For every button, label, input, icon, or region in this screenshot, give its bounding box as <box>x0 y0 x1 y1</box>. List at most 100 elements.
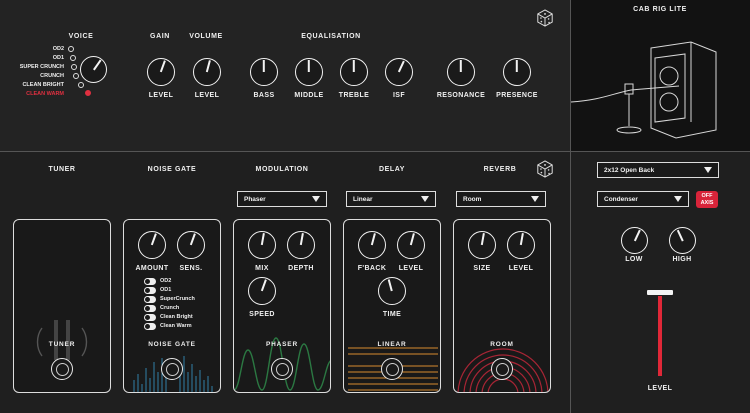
equalisation-title: EQUALISATION <box>301 33 361 40</box>
noise-gate-pedal: AMOUNT SENS. OD2 OD1 SuperCrunch Crunch … <box>123 219 221 393</box>
cabinet-dropdown[interactable]: 2x12 Open Back <box>597 162 719 178</box>
isf-knob-label: ISF <box>392 92 406 99</box>
cabinet-microphone-icon <box>571 41 717 139</box>
reverb-level-label: LEVEL <box>508 265 534 272</box>
noise-gate-toggle-crunch[interactable] <box>144 305 156 312</box>
modulation-speed-knob[interactable] <box>248 277 276 305</box>
voice-option-super-crunch[interactable]: SUPER CRUNCH <box>4 64 64 70</box>
modulation-footswitch[interactable] <box>271 358 293 380</box>
noise-gate-toggle-clean-bright[interactable] <box>144 314 156 321</box>
speed-label: SPEED <box>249 311 275 318</box>
delay-time-knob[interactable] <box>378 277 406 305</box>
cab-high-knob[interactable] <box>669 227 696 254</box>
voice-option-clean-bright[interactable]: CLEAN BRIGHT <box>4 82 64 88</box>
reverb-title: REVERB <box>483 166 517 173</box>
voice-radio-clean-warm[interactable] <box>85 90 91 96</box>
mix-label: MIX <box>255 265 269 272</box>
toggle-label-od2: OD2 <box>160 278 172 284</box>
tuner-footswitch[interactable] <box>51 358 73 380</box>
voice-option-od2[interactable]: OD2 <box>4 46 64 52</box>
voice-option-crunch[interactable]: CRUNCH <box>4 73 64 79</box>
cab-low-knob[interactable] <box>621 227 648 254</box>
volume-knob-label: LEVEL <box>194 92 220 99</box>
reverb-footswitch[interactable] <box>491 358 513 380</box>
modulation-title: MODULATION <box>255 166 309 173</box>
noise-gate-title: NOISE GATE <box>147 166 197 173</box>
reverb-type-value: Room <box>463 195 482 203</box>
toggle-label-crunch: Crunch <box>160 305 180 311</box>
tuner-pedal-label: TUNER <box>48 341 76 348</box>
modulation-pedal: MIX DEPTH SPEED PHASER <box>233 219 331 393</box>
delay-type-dropdown[interactable]: Linear <box>346 191 436 207</box>
depth-label: DEPTH <box>288 265 314 272</box>
reverb-type-dropdown[interactable]: Room <box>456 191 546 207</box>
cab-level-slider-handle[interactable] <box>647 290 673 295</box>
voice-option-clean-warm[interactable]: CLEAN WARM <box>4 91 64 97</box>
gain-knob[interactable] <box>147 58 175 86</box>
delay-feedback-knob[interactable] <box>358 231 386 259</box>
size-label: SIZE <box>473 265 491 272</box>
divider <box>0 151 750 152</box>
resonance-knob[interactable] <box>447 58 475 86</box>
voice-option-od1[interactable]: OD1 <box>4 55 64 61</box>
randomize-effects-dice-icon[interactable] <box>536 160 554 178</box>
delay-footswitch[interactable] <box>381 358 403 380</box>
voice-title: VOICE <box>68 33 94 40</box>
voice-selector-knob[interactable] <box>80 56 107 83</box>
volume-knob[interactable] <box>193 58 221 86</box>
noise-gate-toggle-clean-warm[interactable] <box>144 323 156 330</box>
cab-rig-title: CAB RIG LITE <box>633 6 687 13</box>
chevron-down-icon <box>674 196 682 202</box>
volume-title: VOLUME <box>189 33 223 40</box>
off-axis-button[interactable]: OFF AXIS <box>696 191 718 208</box>
modulation-type-dropdown[interactable]: Phaser <box>237 191 327 207</box>
noise-gate-amount-knob[interactable] <box>138 231 166 259</box>
toggle-label-od1: OD1 <box>160 287 172 293</box>
cab-level-slider-track[interactable] <box>658 296 662 376</box>
reverb-level-knob[interactable] <box>507 231 535 259</box>
toggle-label-supercrunch: SuperCrunch <box>160 296 195 302</box>
reverb-size-knob[interactable] <box>468 231 496 259</box>
treble-knob-label: TREBLE <box>338 92 370 99</box>
delay-pedal-label: LINEAR <box>377 341 407 348</box>
voice-radio-od2[interactable] <box>68 46 74 52</box>
modulation-mix-knob[interactable] <box>248 231 276 259</box>
microphone-dropdown[interactable]: Condenser <box>597 191 689 207</box>
bass-knob[interactable] <box>250 58 278 86</box>
delay-type-value: Linear <box>353 195 373 203</box>
voice-radio-od1[interactable] <box>70 55 76 61</box>
delay-level-label: LEVEL <box>398 265 424 272</box>
bass-knob-label: BASS <box>253 92 275 99</box>
tuner-pedal[interactable]: TUNER <box>13 219 111 393</box>
off-axis-label-line1: OFF <box>701 192 713 199</box>
voice-radio-super-crunch[interactable] <box>71 64 77 70</box>
middle-knob-label: MIDDLE <box>294 92 324 99</box>
voice-radio-clean-bright[interactable] <box>78 82 84 88</box>
noise-gate-footswitch[interactable] <box>161 358 183 380</box>
middle-knob[interactable] <box>295 58 323 86</box>
noise-gate-toggle-supercrunch[interactable] <box>144 296 156 303</box>
reverb-pedal: SIZE LEVEL ROOM <box>453 219 551 393</box>
modulation-depth-knob[interactable] <box>287 231 315 259</box>
treble-knob[interactable] <box>340 58 368 86</box>
chevron-down-icon <box>421 196 429 202</box>
toggle-label-clean-warm: Clean Warm <box>160 323 192 329</box>
noise-gate-toggle-od2[interactable] <box>144 278 156 285</box>
delay-level-knob[interactable] <box>397 231 425 259</box>
voice-radio-crunch[interactable] <box>73 73 79 79</box>
noise-gate-pedal-label: NOISE GATE <box>148 341 196 348</box>
time-label: TIME <box>382 311 402 318</box>
presence-knob[interactable] <box>503 58 531 86</box>
delay-pedal: F'BACK LEVEL TIME LINEAR <box>343 219 441 393</box>
gain-title: GAIN <box>150 33 170 40</box>
chevron-down-icon <box>531 196 539 202</box>
toggle-label-clean-bright: Clean Bright <box>160 314 193 320</box>
randomize-dice-icon[interactable] <box>536 9 554 27</box>
noise-gate-toggle-od1[interactable] <box>144 287 156 294</box>
presence-knob-label: PRESENCE <box>496 92 538 99</box>
off-axis-label-line2: AXIS <box>700 199 714 206</box>
microphone-value: Condenser <box>604 195 638 203</box>
isf-knob[interactable] <box>385 58 413 86</box>
modulation-pedal-label: PHASER <box>266 341 298 348</box>
noise-gate-sens-knob[interactable] <box>177 231 205 259</box>
